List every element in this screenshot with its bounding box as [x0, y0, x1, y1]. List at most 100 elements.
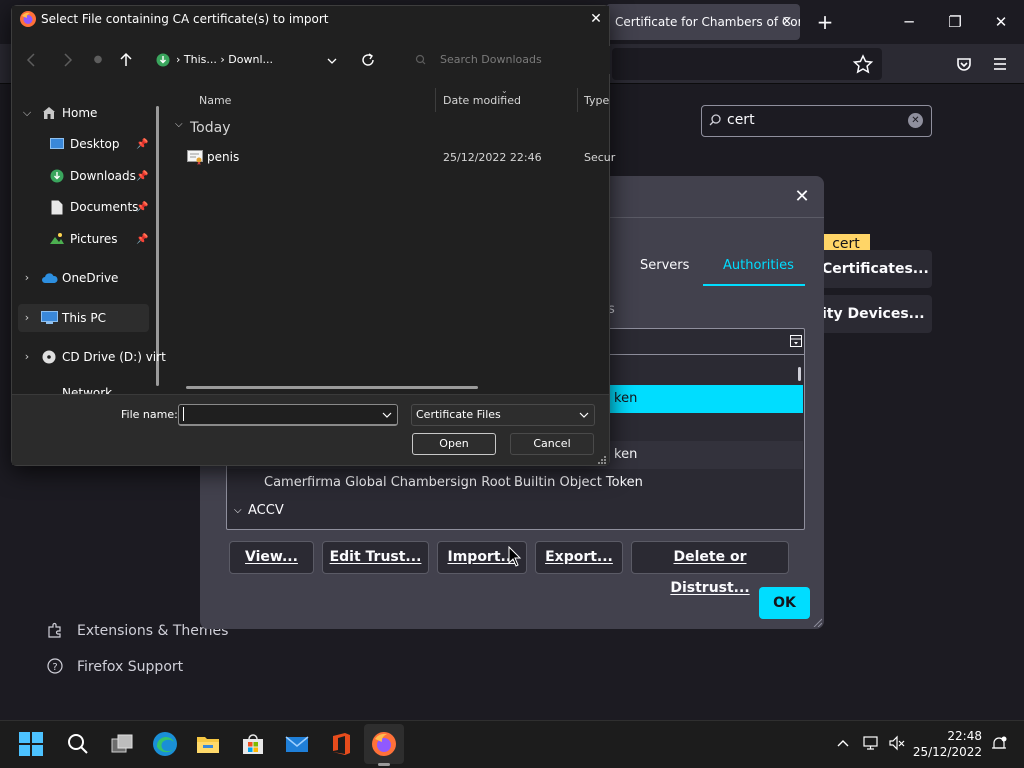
file-explorer-icon[interactable]	[194, 730, 222, 758]
search-icon[interactable]	[64, 730, 92, 758]
tab-certificate[interactable]: Certificate for Chambers of Cor	[606, 4, 800, 40]
notifications-icon[interactable]	[990, 735, 1008, 753]
network-icon[interactable]	[862, 735, 880, 751]
close-icon[interactable]: ✕	[788, 184, 816, 210]
resize-grip-icon[interactable]	[597, 455, 607, 465]
column-picker-icon[interactable]	[790, 335, 802, 347]
navigation-pane-scrollbar[interactable]	[156, 106, 159, 386]
sidebar-item-cd-drive[interactable]: CD Drive (D:) virt	[62, 347, 166, 367]
tab-title: Certificate for Chambers of Cor	[615, 15, 800, 29]
export-button[interactable]: Export...	[535, 541, 623, 574]
breadcrumb[interactable]: › This... › Downl...	[176, 53, 273, 66]
chevron-down-icon[interactable]	[325, 54, 339, 68]
group-header-today[interactable]: Today	[190, 120, 231, 136]
column-header-type[interactable]: Type	[584, 92, 609, 110]
firefox-taskbar-icon[interactable]	[370, 730, 398, 758]
sidebar-item-onedrive[interactable]: OneDrive	[62, 268, 118, 288]
sidebar-item-desktop[interactable]: Desktop	[70, 134, 120, 154]
sidebar-item-home[interactable]: Home	[62, 103, 97, 123]
sidebar-item-network[interactable]: Network	[42, 384, 148, 394]
view-button[interactable]: View...	[229, 541, 314, 574]
view-certificates-button[interactable]: Certificates...	[812, 250, 932, 288]
pin-icon: 📌	[136, 234, 149, 245]
minimize-button[interactable]: ─	[886, 4, 932, 40]
up-arrow-icon[interactable]	[116, 50, 136, 70]
file-name-input[interactable]	[178, 404, 398, 426]
back-arrow-icon[interactable]	[22, 50, 42, 70]
documents-icon	[51, 200, 63, 215]
chevron-up-icon[interactable]	[836, 736, 850, 750]
task-view-icon[interactable]	[108, 730, 136, 758]
firefox-logo-icon	[19, 10, 37, 28]
cd-drive-icon	[42, 350, 56, 364]
maximize-button[interactable]: ❐	[932, 4, 978, 40]
edit-trust-button[interactable]: Edit Trust...	[322, 541, 429, 574]
group-name-cell: ACCV	[248, 503, 284, 518]
refresh-icon[interactable]	[360, 52, 376, 68]
tree-group-row[interactable]: ⌵ ACCV	[227, 497, 803, 525]
desktop-icon	[50, 138, 64, 150]
recent-locations-icon[interactable]: ●	[88, 50, 108, 70]
file-type-select[interactable]: Certificate Files	[411, 404, 595, 426]
start-windows-icon[interactable]	[18, 731, 44, 757]
close-window-button[interactable]: ✕	[978, 4, 1024, 40]
token-cell: ken	[614, 447, 638, 462]
column-separator[interactable]	[435, 88, 436, 112]
firefox-support-link[interactable]: Firefox Support	[77, 659, 183, 675]
ok-button[interactable]: OK	[759, 587, 810, 619]
clear-search-icon[interactable]: ✕	[908, 113, 923, 128]
tab-authorities[interactable]: Authorities	[723, 257, 794, 275]
url-bar[interactable]	[612, 48, 882, 80]
security-devices-button[interactable]: ity Devices...	[812, 295, 932, 333]
pin-icon: 📌	[136, 171, 149, 182]
delete-distrust-button[interactable]: Delete or Distrust...	[631, 541, 789, 596]
sidebar-item-downloads[interactable]: Downloads	[70, 166, 136, 186]
cancel-button[interactable]: Cancel	[510, 433, 594, 455]
sidebar-item-pictures[interactable]: Pictures	[70, 229, 118, 249]
chevron-down-icon[interactable]	[380, 408, 394, 422]
extensions-icon	[46, 621, 64, 639]
volume-muted-icon[interactable]	[888, 735, 906, 751]
chevron-down-icon[interactable]: ⌵	[21, 103, 33, 123]
resize-grip-icon[interactable]	[812, 617, 822, 627]
certificate-name-cell: Camerfirma Global Chambersign Root	[264, 475, 511, 490]
column-separator[interactable]	[577, 88, 578, 112]
breadcrumb-downloads[interactable]: Downl...	[228, 53, 273, 66]
tab-servers[interactable]: Servers	[640, 257, 689, 275]
office-icon[interactable]	[327, 730, 355, 758]
sort-indicator-icon: ⌄	[501, 86, 508, 95]
breadcrumb-separator: ›	[216, 53, 229, 66]
forward-arrow-icon[interactable]	[57, 50, 77, 70]
search-placeholder: Search Downloads	[440, 53, 542, 66]
chevron-right-icon[interactable]: ›	[21, 347, 33, 367]
table-row[interactable]: Camerfirma Global Chambersign Root Built…	[227, 469, 803, 497]
breadcrumb-separator: ›	[176, 53, 184, 66]
chevron-down-icon[interactable]: ⌵	[175, 119, 183, 130]
clock-time[interactable]: 22:48	[934, 729, 982, 743]
clock-date[interactable]: 25/12/2022	[912, 745, 982, 759]
sidebar-item-documents[interactable]: Documents	[70, 197, 138, 217]
breadcrumb-this-pc[interactable]: This...	[184, 53, 217, 66]
tab-close-icon[interactable]: ×	[779, 11, 795, 33]
edge-browser-icon[interactable]	[151, 730, 179, 758]
column-header-date[interactable]: Date modified	[443, 92, 521, 110]
microsoft-store-icon[interactable]	[239, 730, 267, 758]
mail-icon[interactable]	[283, 730, 311, 758]
horizontal-scrollbar[interactable]	[186, 386, 478, 389]
column-header-name[interactable]: Name	[199, 92, 231, 110]
token-cell: ken	[614, 391, 638, 406]
open-button[interactable]: Open	[412, 433, 496, 455]
tree-scrollbar[interactable]	[798, 367, 801, 381]
settings-search-value: cert	[727, 112, 755, 128]
pocket-icon[interactable]	[952, 52, 976, 76]
bookmark-star-icon[interactable]	[850, 52, 876, 76]
chevron-right-icon[interactable]: ›	[21, 268, 33, 288]
sidebar-item-this-pc[interactable]: This PC	[62, 308, 106, 328]
close-icon[interactable]: ✕	[585, 10, 607, 28]
chevron-right-icon[interactable]: ›	[21, 308, 33, 328]
chevron-down-icon	[577, 408, 591, 422]
hamburger-menu-icon[interactable]	[988, 52, 1012, 76]
token-cell: Builtin Object Token	[514, 475, 643, 490]
new-tab-button[interactable]: +	[810, 8, 840, 36]
list-item[interactable]: penis 25/12/2022 22:46 Secur	[183, 146, 615, 170]
